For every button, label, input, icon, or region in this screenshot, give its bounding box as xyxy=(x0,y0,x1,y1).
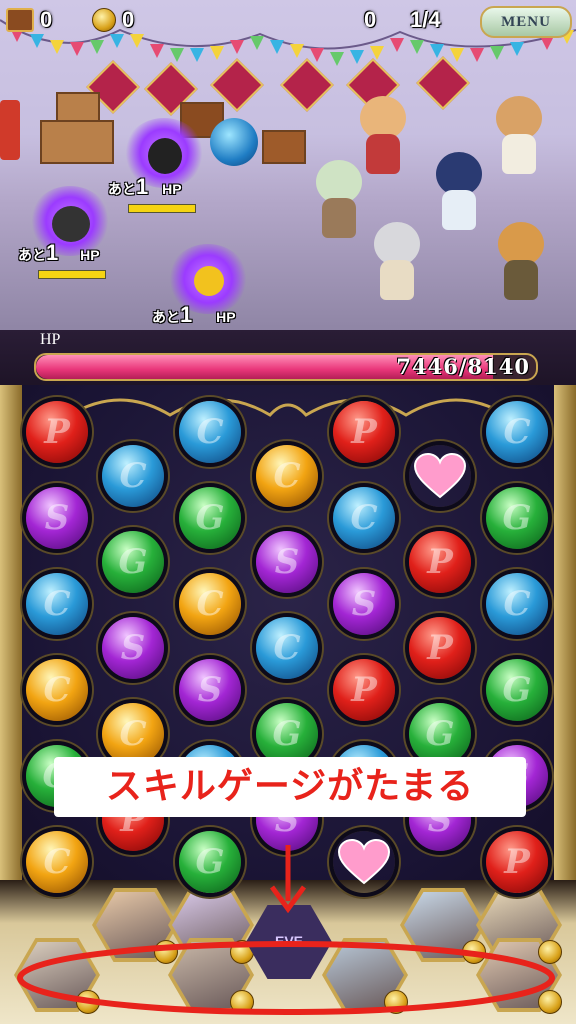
orb-letter: C xyxy=(43,584,71,624)
orb-letter: P xyxy=(427,542,453,582)
score-counter: 0 xyxy=(364,6,376,34)
green-orb[interactable]: G xyxy=(256,703,318,765)
orb-letter: C xyxy=(273,628,301,668)
green-orb[interactable]: G xyxy=(486,659,548,721)
green-orb[interactable]: G xyxy=(179,831,241,893)
purple-orb[interactable]: S xyxy=(179,659,241,721)
yellow-orb[interactable]: C xyxy=(102,703,164,765)
treasure-count: 0 xyxy=(40,7,53,32)
orb-letter: G xyxy=(425,714,455,754)
orb-letter: P xyxy=(504,842,530,882)
score-value: 0 xyxy=(364,7,377,32)
yellow-orb[interactable]: C xyxy=(26,659,88,721)
orb-letter: G xyxy=(502,498,532,538)
blue-orb[interactable]: C xyxy=(333,487,395,549)
orb-letter: C xyxy=(43,842,71,882)
orb-letter: S xyxy=(197,670,223,710)
blue-orb[interactable]: C xyxy=(486,573,548,635)
blue-orb[interactable]: C xyxy=(26,573,88,635)
red-orb[interactable]: P xyxy=(409,531,471,593)
orb-letter: C xyxy=(119,714,147,754)
orb-letter: P xyxy=(351,412,377,452)
annotation-caption: スキルゲージがたまる xyxy=(54,757,526,817)
purple-orb[interactable]: S xyxy=(333,573,395,635)
red-orb[interactable]: P xyxy=(26,401,88,463)
orb-letter: G xyxy=(118,542,148,582)
coin-count: 0 xyxy=(122,7,135,32)
orb-letter: C xyxy=(350,498,378,538)
orb-letter: S xyxy=(120,628,146,668)
orb-letter: G xyxy=(195,842,225,882)
orb-letter: S xyxy=(274,542,300,582)
red-orb[interactable]: P xyxy=(333,401,395,463)
blue-orb[interactable]: C xyxy=(486,401,548,463)
red-orb[interactable]: P xyxy=(409,617,471,679)
heart-orb[interactable] xyxy=(409,445,471,507)
coin-icon xyxy=(92,8,116,32)
orb-letter: C xyxy=(503,584,531,624)
orb-letter: C xyxy=(196,584,224,624)
blue-orb[interactable]: C xyxy=(179,401,241,463)
blue-orb[interactable]: C xyxy=(256,617,318,679)
red-orb[interactable]: P xyxy=(486,831,548,893)
orb-letter: C xyxy=(503,412,531,452)
orb-letter: P xyxy=(44,412,70,452)
heart-icon xyxy=(337,838,391,885)
yellow-orb[interactable]: C xyxy=(26,831,88,893)
heart-orb[interactable] xyxy=(333,831,395,893)
green-orb[interactable]: G xyxy=(486,487,548,549)
orb-letter: C xyxy=(119,456,147,496)
orb-letter: C xyxy=(196,412,224,452)
green-orb[interactable]: G xyxy=(409,703,471,765)
yellow-orb[interactable]: C xyxy=(256,445,318,507)
wave-counter: 1/4 xyxy=(410,6,441,34)
top-hud: 0 0 0 1/4 MENU xyxy=(0,0,576,40)
green-orb[interactable]: G xyxy=(179,487,241,549)
annotation-circle xyxy=(17,941,555,1015)
orb-letter: G xyxy=(272,714,302,754)
wave-value: 1/4 xyxy=(410,7,441,32)
purple-orb[interactable]: S xyxy=(26,487,88,549)
annotation-arrow-icon xyxy=(269,845,307,913)
blue-orb[interactable]: C xyxy=(102,445,164,507)
orb-letter: S xyxy=(44,498,70,538)
treasure-counter: 0 xyxy=(6,6,52,34)
coin-counter: 0 xyxy=(92,6,134,34)
red-orb[interactable]: P xyxy=(333,659,395,721)
yellow-orb[interactable]: C xyxy=(179,573,241,635)
treasure-chest-icon xyxy=(6,8,34,32)
orb-letter: C xyxy=(43,670,71,710)
orb-letter: S xyxy=(351,584,377,624)
orb-letter: G xyxy=(502,670,532,710)
purple-orb[interactable]: S xyxy=(102,617,164,679)
orb-letter: C xyxy=(273,456,301,496)
green-orb[interactable]: G xyxy=(102,531,164,593)
orb-letter: G xyxy=(195,498,225,538)
orb-letter: P xyxy=(427,628,453,668)
menu-button[interactable]: MENU xyxy=(480,6,572,38)
purple-orb[interactable]: S xyxy=(256,531,318,593)
heart-icon xyxy=(413,452,467,499)
orb-letter: P xyxy=(351,670,377,710)
